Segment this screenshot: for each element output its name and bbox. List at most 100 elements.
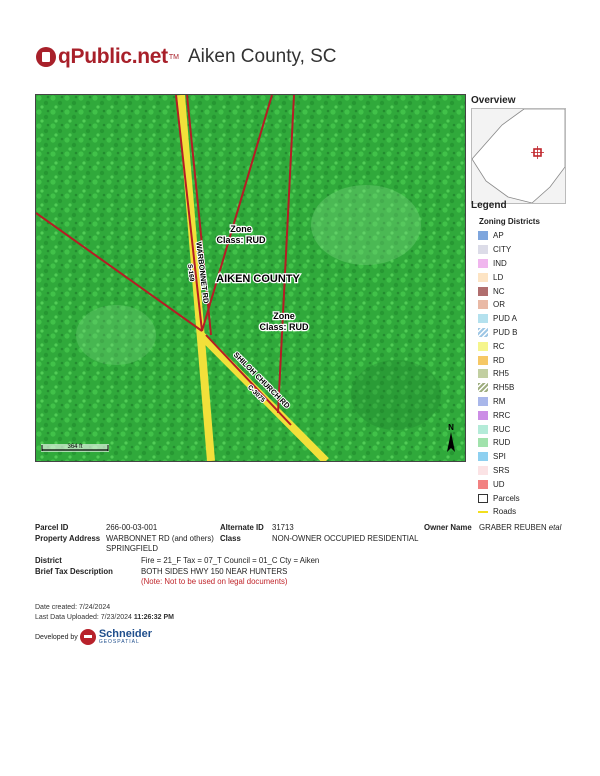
svg-text:364 ft: 364 ft — [67, 444, 82, 450]
legend-swatch — [478, 465, 488, 475]
date-created: Date created: 7/24/2024 — [35, 604, 111, 611]
legend-list: AP CITY IND LD NC OR PUD A PUD B RC RD RH5 RH5B RM RR… — [478, 229, 520, 519]
legend-item-label: SRS — [493, 465, 510, 475]
legend-item-label: PUD A — [493, 314, 518, 324]
legend-item-label: RH5B — [493, 383, 515, 393]
legend-swatch — [478, 258, 488, 268]
legend-item-label: IND — [493, 258, 507, 268]
legend-item-label: UD — [493, 479, 505, 489]
overview-map[interactable] — [471, 108, 566, 204]
parcel-map[interactable]: Zone Class: RUD AIKEN COUNTY Zone Class:… — [35, 94, 466, 462]
legend-item: NC — [478, 284, 520, 298]
property-address-line1: WARBONNET RD (and others) — [106, 534, 214, 543]
alternate-id-label: Alternate ID — [220, 523, 264, 532]
legend-subtitle: Zoning Districts — [479, 217, 540, 226]
owner-name-label: Owner Name — [424, 523, 472, 532]
legend-item: PUD B — [478, 326, 520, 340]
zone-label-1-line2: Class: RUD — [216, 235, 266, 245]
legend-swatch — [478, 383, 488, 393]
schneider-name: Schneider — [98, 628, 152, 640]
legend-item: SPI — [478, 450, 520, 464]
alternate-id-value: 31713 — [272, 523, 294, 532]
legend-swatch — [478, 396, 488, 406]
zone-label-2-line2: Class: RUD — [259, 322, 309, 332]
legend-item-label: SPI — [493, 452, 506, 462]
map-canvas[interactable]: Zone Class: RUD AIKEN COUNTY Zone Class:… — [36, 95, 465, 461]
legend-swatch — [478, 327, 488, 337]
logo-text: qPublic.net — [58, 45, 168, 68]
legend-item-label: RH5 — [493, 369, 510, 379]
legend-swatch — [478, 286, 488, 296]
legend-item: RUD — [478, 436, 520, 450]
aiken-county-label: AIKEN COUNTY — [216, 273, 300, 285]
legend-swatch — [478, 300, 488, 310]
logo-trademark: TM — [168, 53, 179, 61]
legend-item: SRS — [478, 464, 520, 478]
tax-description-value: BOTH SIDES HWY 150 NEAR HUNTERS — [141, 567, 288, 576]
legend-item: RC — [478, 339, 520, 353]
legend-item-label: RD — [493, 355, 505, 365]
legend-item: RD — [478, 353, 520, 367]
legend-item: AP — [478, 229, 520, 243]
legend-swatch — [478, 314, 488, 324]
zone-label-2-line1: Zone — [273, 311, 295, 321]
legend-item: LD — [478, 270, 520, 284]
legend-swatch — [478, 341, 488, 351]
legend-swatch — [478, 410, 488, 420]
legend-swatch — [478, 510, 488, 513]
class-label: Class — [220, 534, 241, 543]
legend-item-label: RUC — [493, 424, 511, 434]
legend-item-label: CITY — [493, 245, 512, 255]
legend-title: Legend — [471, 200, 507, 211]
legend-swatch — [478, 369, 488, 379]
svg-text:N: N — [448, 423, 454, 432]
legend-item: CITY — [478, 243, 520, 257]
overview-title: Overview — [471, 95, 516, 106]
legend-item-label: PUD B — [493, 327, 518, 337]
legend-item: IND — [478, 257, 520, 271]
legend-item: Roads — [478, 505, 520, 519]
legend-item: OR — [478, 298, 520, 312]
last-data-uploaded: Last Data Uploaded: 7/23/2024 11:26:32 P… — [35, 614, 174, 621]
legend-swatch — [478, 424, 488, 434]
legend-item-label: RC — [493, 341, 505, 351]
zone-label-1-line1: Zone — [230, 224, 252, 234]
legend-item: RH5 — [478, 367, 520, 381]
county-title: Aiken County, SC — [187, 46, 337, 67]
parcel-id-label: Parcel ID — [35, 523, 69, 532]
legend-swatch — [478, 452, 488, 462]
legend-item: PUD A — [478, 312, 520, 326]
scale-bar: 364 ft — [41, 444, 109, 452]
developed-by[interactable]: Developed by Schneider GEOSPATIAL — [35, 629, 152, 645]
owner-name-value: GRABER REUBEN etal — [479, 523, 562, 532]
legend-item: Parcels — [478, 491, 520, 505]
legend-item: RH5B — [478, 381, 520, 395]
legend-item-label: OR — [493, 300, 505, 310]
legend-item: UD — [478, 477, 520, 491]
class-value: NON-OWNER OCCUPIED RESIDENTIAL — [272, 534, 419, 543]
property-address-label: Property Address — [35, 534, 101, 543]
district-value: Fire = 21_F Tax = 07_T Council = 01_C Ct… — [141, 556, 320, 565]
legend-item-label: Parcels — [493, 493, 520, 503]
developed-by-label: Developed by — [35, 633, 78, 641]
legend-swatch — [478, 245, 488, 255]
legend-item-label: RUD — [493, 438, 511, 448]
schneider-logo-icon — [79, 629, 96, 645]
legend-swatch — [478, 438, 488, 448]
tax-description-label: Brief Tax Description — [35, 567, 113, 576]
legend-swatch — [478, 493, 488, 503]
overview-canvas[interactable] — [471, 108, 566, 204]
header: qPublic.net TM Aiken County, SC — [36, 44, 337, 70]
legend-swatch — [478, 231, 488, 241]
tax-description-note: (Note: Not to be used on legal documents… — [141, 577, 288, 586]
legend-item-label: Roads — [493, 507, 517, 517]
legend-item-label: LD — [493, 272, 504, 282]
property-address-line2: SPRINGFIELD — [106, 544, 158, 553]
legend-item-label: NC — [493, 286, 505, 296]
legend-item-label: AP — [493, 231, 504, 241]
legend-item-label: RRC — [493, 410, 511, 420]
legend-swatch — [478, 355, 488, 365]
legend-swatch — [478, 479, 488, 489]
parcel-id-value: 266-00-03-001 — [106, 523, 158, 532]
legend-item: RM — [478, 395, 520, 409]
